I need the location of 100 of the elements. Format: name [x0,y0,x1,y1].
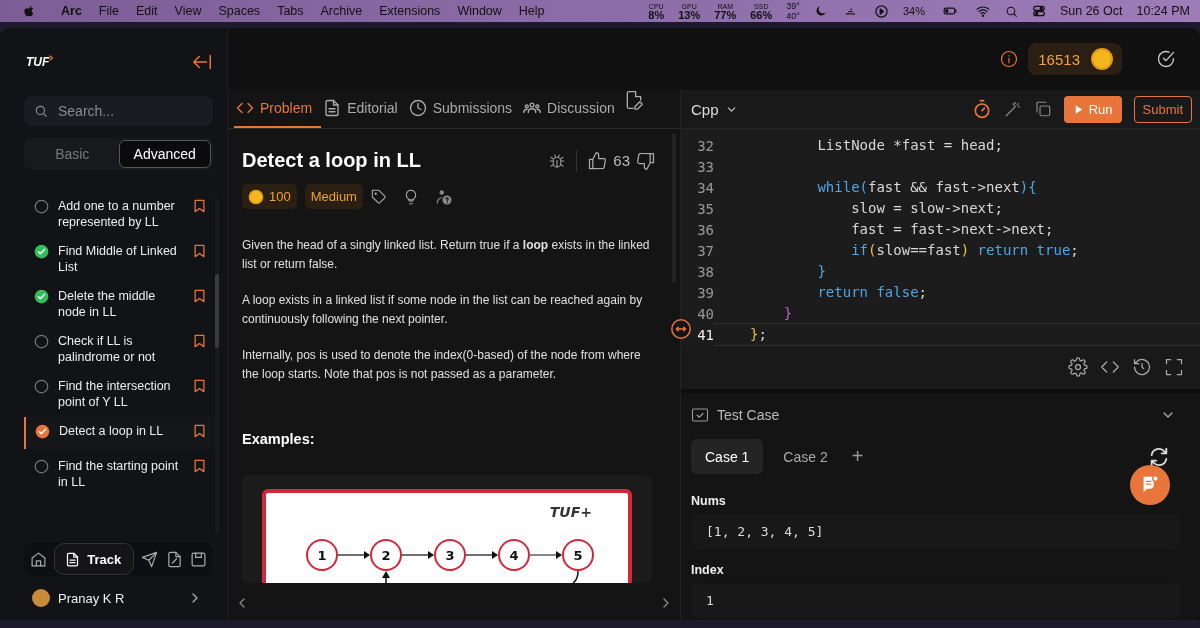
problem-title[interactable]: Delete the middle node in LL [58,288,180,320]
thumbs-down-icon[interactable] [636,150,656,171]
temperature: 40° [786,11,800,21]
bookmark-icon[interactable] [192,333,207,349]
menu-item[interactable]: Tabs [277,4,304,18]
resize-handle-icon[interactable] [670,318,692,340]
menu-item[interactable]: Help [518,4,545,18]
spark-icon [49,55,56,61]
bookmark-icon[interactable] [192,458,207,474]
menu-item[interactable]: Extensions [379,4,441,18]
line-number: 38 [696,263,714,280]
problem-title[interactable]: Find the intersection point of Y LL [58,378,180,410]
refresh-icon[interactable] [1148,445,1170,468]
code-line: return false; [816,283,928,302]
add-note-button[interactable] [1130,465,1170,505]
input-field[interactable]: [1, 2, 3, 4, 5] [691,514,1181,549]
coin-balance[interactable]: 16513 [1028,43,1122,75]
fullscreen-icon[interactable] [1164,357,1184,377]
code-line: slow = slow->next; [850,199,1004,218]
arrow [382,571,390,583]
coin-count: 16513 [1038,50,1080,68]
case-tab[interactable]: Case 2 [769,439,842,474]
coin-icon [248,188,264,205]
description-text: A loop exists in a linked list if some node in the list can be reached again by continuously following the next pointer. [242,292,644,328]
bug-icon[interactable] [548,151,567,170]
field-label: Index [691,563,725,577]
code-line: if(slow==fast) return true; [850,241,1080,260]
send-icon[interactable] [141,550,159,568]
problem-title[interactable]: Find the starting point in LL [58,458,180,490]
search-field[interactable]: Search... [24,96,213,126]
list-node: 4 [498,539,530,571]
line-number: 40 [696,305,714,322]
problem-title[interactable]: Add one to a number represented by LL [58,198,180,230]
magic-wand-icon[interactable] [1003,100,1022,118]
bookmark-icon[interactable] [192,288,207,304]
menu-item[interactable]: File [98,4,119,18]
file-icon[interactable] [165,550,183,568]
track-button[interactable]: Track [54,543,135,575]
user-row[interactable]: Pranay K R [0,576,227,620]
history-icon[interactable] [1132,357,1152,377]
mode-tab[interactable]: Advanced [118,140,211,168]
add-case-button[interactable]: + [851,445,864,468]
search-icon[interactable] [1004,4,1018,18]
code-line: } [816,262,827,281]
tab[interactable]: Editorial [321,90,407,128]
tag-icon[interactable] [370,188,387,205]
submit-button[interactable]: Submit [1133,95,1192,123]
line-number: 35 [696,200,714,217]
difficulty-tag: Medium [304,184,363,209]
apple-icon[interactable] [22,4,36,18]
check-circle-icon[interactable] [1156,49,1176,69]
diagram-logo: TUF+ [549,504,592,520]
menu-time[interactable]: 10:24 PM [1136,4,1190,18]
menu-item[interactable]: Window [457,4,502,18]
toggles-icon[interactable] [1031,4,1046,18]
bookmark-box-icon[interactable] [190,550,207,568]
coin-icon [1090,47,1114,71]
problem-item[interactable]: Detect a loop in LL [24,417,211,449]
problem-title[interactable]: Check if LL is palindrome or not [58,333,180,365]
menu-item[interactable]: Edit [136,4,158,18]
search-input[interactable]: Search... [56,102,200,120]
language-dropdown[interactable]: Cpp [691,100,738,118]
code-line: fast = fast->next->next; [850,220,1055,239]
wifi-icon[interactable] [974,4,991,18]
clock-icon [408,99,427,117]
arrow [337,551,370,559]
menu-item[interactable]: Spaces [218,4,261,18]
info-icon[interactable] [1000,50,1019,68]
test-case-icon [691,406,709,424]
list-node: 3 [434,539,466,571]
app-menu[interactable]: Arc [61,4,82,18]
code-line: }; [714,323,1200,346]
menu-date[interactable]: Sun 26 Oct [1059,4,1123,18]
bookmark-icon[interactable] [192,198,207,214]
logo: TUF [26,55,50,69]
thumbs-up-icon[interactable] [587,150,608,171]
menu-item[interactable]: Archive [320,4,363,18]
mode-tab[interactable]: Basic [26,140,119,168]
input-field[interactable]: 1 [691,583,1181,618]
case-tab[interactable]: Case 1 [691,439,764,474]
problem-title[interactable]: Find Middle of Linked List [58,243,180,275]
tab[interactable]: Discussion [521,90,624,128]
users-icon[interactable] [434,187,453,206]
problem-title[interactable]: Detect a loop in LL [59,423,181,439]
field-label: Nums [691,494,727,508]
tab[interactable]: Problem [234,90,322,128]
home-icon[interactable] [30,550,47,568]
bookmark-icon[interactable] [192,378,207,394]
line-number: 39 [696,284,714,301]
search-icon [34,104,48,118]
coin-reward: 100 [242,184,297,209]
play-icon[interactable] [873,3,889,19]
tab[interactable]: Submissions [406,90,522,128]
menu-item[interactable]: View [174,4,202,18]
description-text: Given the head of a singly linked list. Return true if a loop exists in the linked list or return false. [242,237,651,273]
bookmark-icon[interactable] [192,423,207,439]
settings-icon[interactable] [1068,357,1088,377]
copy-icon[interactable] [1033,100,1052,118]
line-number: 34 [696,179,714,196]
bookmark-icon[interactable] [192,243,207,259]
